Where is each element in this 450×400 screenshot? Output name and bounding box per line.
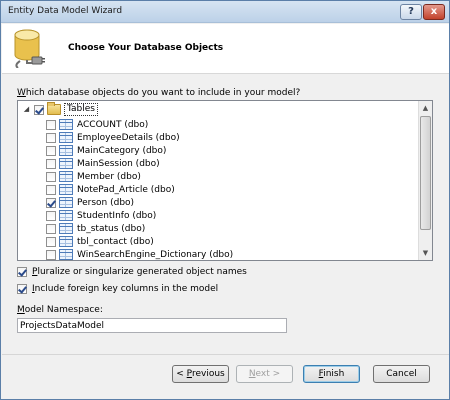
table-icon — [59, 145, 73, 156]
table-icon — [59, 223, 73, 234]
table-checkbox[interactable] — [46, 171, 56, 182]
pluralize-checkbox[interactable] — [17, 267, 27, 277]
close-button[interactable]: x — [423, 4, 445, 20]
table-row[interactable]: Member (dbo) — [46, 170, 141, 183]
table-row[interactable]: NotePad_Article (dbo) — [46, 183, 175, 196]
table-icon — [59, 197, 73, 208]
folder-icon — [47, 102, 61, 115]
table-icon — [59, 236, 73, 247]
table-label: tb_status (dbo) — [77, 223, 146, 234]
collapse-icon[interactable]: ◢ — [22, 105, 31, 114]
question-text: hich database objects do you want to inc… — [25, 88, 301, 98]
foreign-keys-checkbox[interactable] — [17, 284, 27, 294]
wizard-window: Entity Data Model Wizard ? x Choose Your… — [0, 0, 450, 400]
table-checkbox[interactable] — [46, 210, 56, 221]
table-label: Person (dbo) — [77, 197, 135, 208]
table-label: WinSearchEngine_Dictionary (dbo) — [77, 249, 234, 260]
table-row[interactable]: tb_status (dbo) — [46, 222, 145, 235]
page-title: Choose Your Database Objects — [68, 43, 224, 53]
table-checkbox[interactable] — [46, 119, 56, 130]
footer-divider — [2, 354, 449, 355]
table-row[interactable]: StudentInfo (dbo) — [46, 209, 156, 222]
pluralize-option[interactable]: Pluralize or singularize generated objec… — [17, 267, 247, 277]
table-icon — [59, 132, 73, 143]
table-label: MainCategory (dbo) — [77, 145, 167, 156]
table-row[interactable]: EmployeeDetails (dbo) — [46, 131, 180, 144]
question-label: Which database objects do you want to in… — [17, 88, 300, 98]
table-checkbox[interactable] — [46, 132, 56, 143]
table-checkbox[interactable] — [46, 236, 56, 247]
tables-label: Tables — [64, 103, 98, 116]
table-icon — [59, 171, 73, 182]
pluralize-label: Pluralize or singularize generated objec… — [32, 267, 247, 277]
table-icon — [59, 119, 73, 130]
table-label: NotePad_Article (dbo) — [77, 184, 175, 195]
next-button[interactable]: Next > — [236, 365, 293, 383]
scroll-up-icon[interactable]: ▲ — [419, 101, 432, 115]
title-bar: Entity Data Model Wizard ? x — [1, 1, 449, 23]
tree-root-tables[interactable]: ◢ Tables — [22, 102, 98, 116]
scrollbar-thumb[interactable] — [420, 116, 431, 230]
table-row[interactable]: MainCategory (dbo) — [46, 144, 166, 157]
namespace-label: Model Namespace: — [17, 305, 103, 315]
table-checkbox[interactable] — [46, 249, 56, 260]
scroll-down-icon[interactable]: ▼ — [419, 246, 432, 260]
table-checkbox[interactable] — [46, 223, 56, 234]
window-title: Entity Data Model Wizard — [8, 6, 123, 16]
table-label: MainSession (dbo) — [77, 158, 160, 169]
table-label: tbl_contact (dbo) — [77, 236, 154, 247]
table-checkbox[interactable] — [46, 158, 56, 169]
database-objects-tree[interactable]: ◢ Tables ACCOUNT (dbo) EmployeeDetails (d… — [17, 100, 433, 261]
table-row[interactable]: WinSearchEngine_Dictionary (dbo) — [46, 248, 234, 260]
database-plug-icon — [14, 29, 45, 68]
table-icon — [59, 158, 73, 169]
tables-checkbox[interactable] — [34, 104, 44, 115]
table-row[interactable]: ACCOUNT (dbo) — [46, 118, 148, 131]
table-icon — [59, 210, 73, 221]
table-label: Member (dbo) — [77, 171, 141, 182]
table-row[interactable]: tbl_contact (dbo) — [46, 235, 154, 248]
table-checkbox[interactable] — [46, 197, 56, 208]
question-mnemonic: W — [17, 88, 26, 98]
table-label: StudentInfo (dbo) — [77, 210, 157, 221]
table-checkbox[interactable] — [46, 184, 56, 195]
foreign-keys-option[interactable]: Include foreign key columns in the model — [17, 284, 218, 294]
cancel-button[interactable]: Cancel — [373, 365, 430, 383]
table-row[interactable]: MainSession (dbo) — [46, 157, 160, 170]
wizard-header: Choose Your Database Objects — [2, 24, 449, 74]
namespace-input[interactable] — [17, 318, 287, 333]
table-row[interactable]: Person (dbo) — [46, 196, 134, 209]
help-button[interactable]: ? — [400, 4, 422, 20]
table-label: ACCOUNT (dbo) — [77, 119, 149, 130]
finish-button[interactable]: Finish — [303, 365, 360, 383]
table-icon — [59, 184, 73, 195]
table-icon — [59, 249, 73, 260]
table-label: EmployeeDetails (dbo) — [77, 132, 180, 143]
foreign-keys-label: Include foreign key columns in the model — [32, 284, 219, 294]
previous-button[interactable]: < Previous — [172, 365, 229, 383]
vertical-scrollbar[interactable]: ▲ ▼ — [418, 101, 432, 260]
table-checkbox[interactable] — [46, 145, 56, 156]
